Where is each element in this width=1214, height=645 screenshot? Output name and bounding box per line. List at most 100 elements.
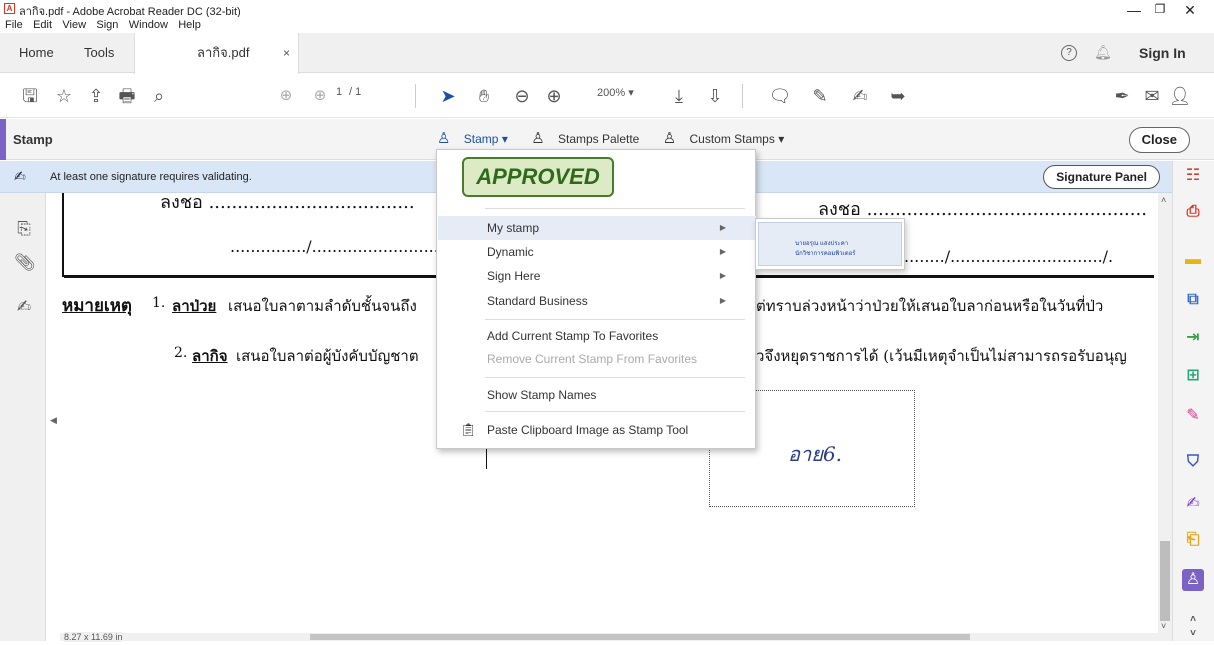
save-icon[interactable]: 🖫: [18, 84, 42, 108]
zoom-search-icon[interactable]: ⌕: [147, 84, 171, 108]
submenu-arrow-icon: ▶: [719, 247, 726, 256]
horizontal-scroll-thumb[interactable]: [310, 634, 970, 640]
stamp-dropdown-menu: APPROVED My stamp ▶ Dynamic ▶ Sign Here …: [436, 149, 756, 449]
scroll-down-icon[interactable]: ˅: [1161, 621, 1166, 631]
fit-page-icon[interactable]: ⤓: [667, 84, 691, 108]
menu-item-label: My stamp: [487, 221, 540, 235]
page-current[interactable]: 1: [336, 86, 342, 98]
scroll-mode-icon[interactable]: ⇩: [703, 84, 727, 108]
custom-stamps-label: Custom Stamps ▾: [689, 132, 785, 146]
zoom-in-icon[interactable]: ⊕: [542, 84, 566, 108]
vertical-scroll-thumb[interactable]: [1160, 541, 1170, 621]
approved-stamp-preview[interactable]: APPROVED: [462, 157, 614, 197]
note1-text: เสนอใบลาตามลำดับชั้นจนถึง: [228, 297, 417, 315]
custom-stamp-thumbnail[interactable]: นายอรุณ แสงประคา นักวิชาการคอมพิวเตอร์: [758, 222, 902, 266]
menu-item-remove-favorite: Remove Current Stamp From Favorites: [487, 352, 698, 366]
rail-scroll-down-icon[interactable]: ˅: [1182, 623, 1204, 645]
left-rail: ⎘ 📎︎ ✍︎ ◀: [0, 193, 57, 641]
menu-item-label: Standard Business: [487, 294, 588, 308]
zoom-level-select[interactable]: 200% ▾: [597, 86, 634, 99]
menu-item-show-stamp-names[interactable]: Show Stamp Names: [438, 383, 756, 407]
stamp-menu-label: Stamp ▾: [463, 132, 508, 146]
tab-close-icon[interactable]: ×: [283, 33, 290, 73]
toolbar-divider: [415, 84, 416, 108]
tab-tools[interactable]: Tools: [84, 33, 114, 73]
bookmark-star-icon[interactable]: ☆: [52, 84, 76, 108]
request-signature-icon[interactable]: ✍: [1182, 493, 1204, 515]
menu-item-sign-here[interactable]: Sign Here ▶: [438, 264, 756, 288]
menu-item-paste-clipboard[interactable]: 📋︎ Paste Clipboard Image as Stamp Tool: [438, 418, 756, 442]
menu-item-my-stamp[interactable]: My stamp ▶: [438, 216, 756, 240]
share-icon[interactable]: ➥: [886, 84, 910, 108]
menu-item-label: Sign Here: [487, 269, 541, 283]
organize-icon[interactable]: ☷: [1182, 165, 1204, 187]
menu-item-label: Paste Clipboard Image as Stamp Tool: [487, 423, 689, 437]
bell-icon[interactable]: 🔔︎: [1094, 44, 1112, 61]
page-up-icon[interactable]: ⊕: [274, 84, 298, 108]
menu-item-dynamic[interactable]: Dynamic ▶: [438, 240, 756, 264]
menu-item-standard-business[interactable]: Standard Business ▶: [438, 289, 756, 313]
collapse-left-icon[interactable]: ◀: [50, 415, 57, 426]
menu-sign[interactable]: Sign: [96, 19, 118, 31]
menu-divider: [485, 319, 745, 320]
create-pdf-icon[interactable]: ⎙: [1182, 201, 1204, 223]
my-stamp-submenu: นายอรุณ แสงประคา นักวิชาการคอมพิวเตอร์: [755, 218, 905, 270]
combine-icon[interactable]: ⧉: [1182, 289, 1204, 311]
highlight-pen-icon[interactable]: ✎: [808, 84, 832, 108]
mail-icon[interactable]: ✉: [1140, 84, 1164, 108]
signature-search-icon: ✍︎: [14, 168, 26, 184]
zoom-out-icon[interactable]: ⊖: [510, 84, 534, 108]
custom-stamps-button[interactable]: ♙ Custom Stamps ▾: [663, 130, 795, 147]
menu-view[interactable]: View: [62, 19, 86, 31]
menu-divider: [485, 377, 745, 378]
export-icon[interactable]: ⇥: [1182, 327, 1204, 349]
page-down-icon[interactable]: ⊕: [308, 84, 332, 108]
hand-tool-icon[interactable]: ✋︎: [472, 84, 496, 108]
comment-icon[interactable]: 🗨︎: [768, 84, 792, 108]
sign-in-link[interactable]: Sign In: [1139, 45, 1186, 61]
close-button[interactable]: Close: [1128, 127, 1190, 153]
stamp-toolbar-title: Stamp: [13, 132, 53, 147]
compress-icon[interactable]: ⊞: [1182, 365, 1204, 387]
tab-bar: Home Tools ลากิจ.pdf × ? 🔔︎ Sign In: [0, 33, 1214, 74]
stamps-palette-icon: ♙: [531, 130, 545, 147]
help-icon[interactable]: ?: [1061, 45, 1077, 61]
fill-sign-icon[interactable]: ✒: [1110, 84, 1134, 108]
stamps-palette-button[interactable]: ♙ Stamps Palette: [531, 130, 649, 147]
signature-panel-button[interactable]: Signature Panel: [1043, 165, 1160, 189]
send-review-icon[interactable]: ⎗: [1182, 529, 1204, 551]
menu-bar: File Edit View Sign Window Help: [0, 17, 1214, 32]
add-user-icon[interactable]: 👤︎: [1168, 84, 1192, 108]
page-thumbnails-icon[interactable]: ⎘: [14, 219, 34, 239]
stamps-palette-label: Stamps Palette: [557, 132, 640, 146]
comment-tool-icon[interactable]: ▬: [1182, 249, 1204, 271]
menu-item-add-favorite[interactable]: Add Current Stamp To Favorites: [438, 324, 756, 348]
scroll-up-icon[interactable]: ˄: [1161, 195, 1166, 205]
note1-number: 1.: [152, 295, 166, 311]
menu-window[interactable]: Window: [129, 19, 168, 31]
stamp-tools: ♙ Stamp ▾ ♙ Stamps Palette ♙ Custom Stam…: [437, 129, 804, 147]
tab-home[interactable]: Home: [19, 33, 54, 73]
signatures-icon[interactable]: ✍︎: [14, 297, 34, 317]
attachments-icon[interactable]: 📎︎: [14, 253, 36, 273]
sign-icon[interactable]: ✍︎: [848, 84, 872, 108]
toolbar-divider: [742, 84, 743, 108]
main-toolbar: 🖫 ☆ ⇪ 🖶 ⌕ ⊕ ⊕ 1 / 1 ➤ ✋︎ ⊖ ⊕ 200% ▾ ⤓ ⇩ …: [0, 74, 1214, 118]
select-cursor-icon[interactable]: ➤: [436, 84, 460, 108]
fill-and-sign-icon[interactable]: ✎: [1182, 405, 1204, 427]
protect-icon[interactable]: ⛉: [1182, 451, 1204, 473]
tab-document-label: ลากิจ.pdf: [197, 45, 250, 60]
note1-bold: ลาป่วย: [172, 297, 217, 315]
upload-icon[interactable]: ⇪: [84, 84, 108, 108]
menu-file[interactable]: File: [5, 19, 23, 31]
vertical-scrollbar[interactable]: ˄ ˅: [1158, 193, 1172, 641]
horizontal-scrollbar[interactable]: [60, 633, 1158, 641]
note2-bold: ลากิจ: [192, 347, 228, 365]
menu-help[interactable]: Help: [178, 19, 201, 31]
stamp-accent: [0, 119, 6, 160]
tab-document[interactable]: ลากิจ.pdf ×: [134, 33, 299, 74]
print-icon[interactable]: 🖶: [115, 84, 139, 108]
menu-edit[interactable]: Edit: [33, 19, 52, 31]
stamp-menu-button[interactable]: ♙ Stamp ▾: [437, 130, 518, 147]
stamp-tool-icon[interactable]: ♙: [1182, 569, 1204, 591]
